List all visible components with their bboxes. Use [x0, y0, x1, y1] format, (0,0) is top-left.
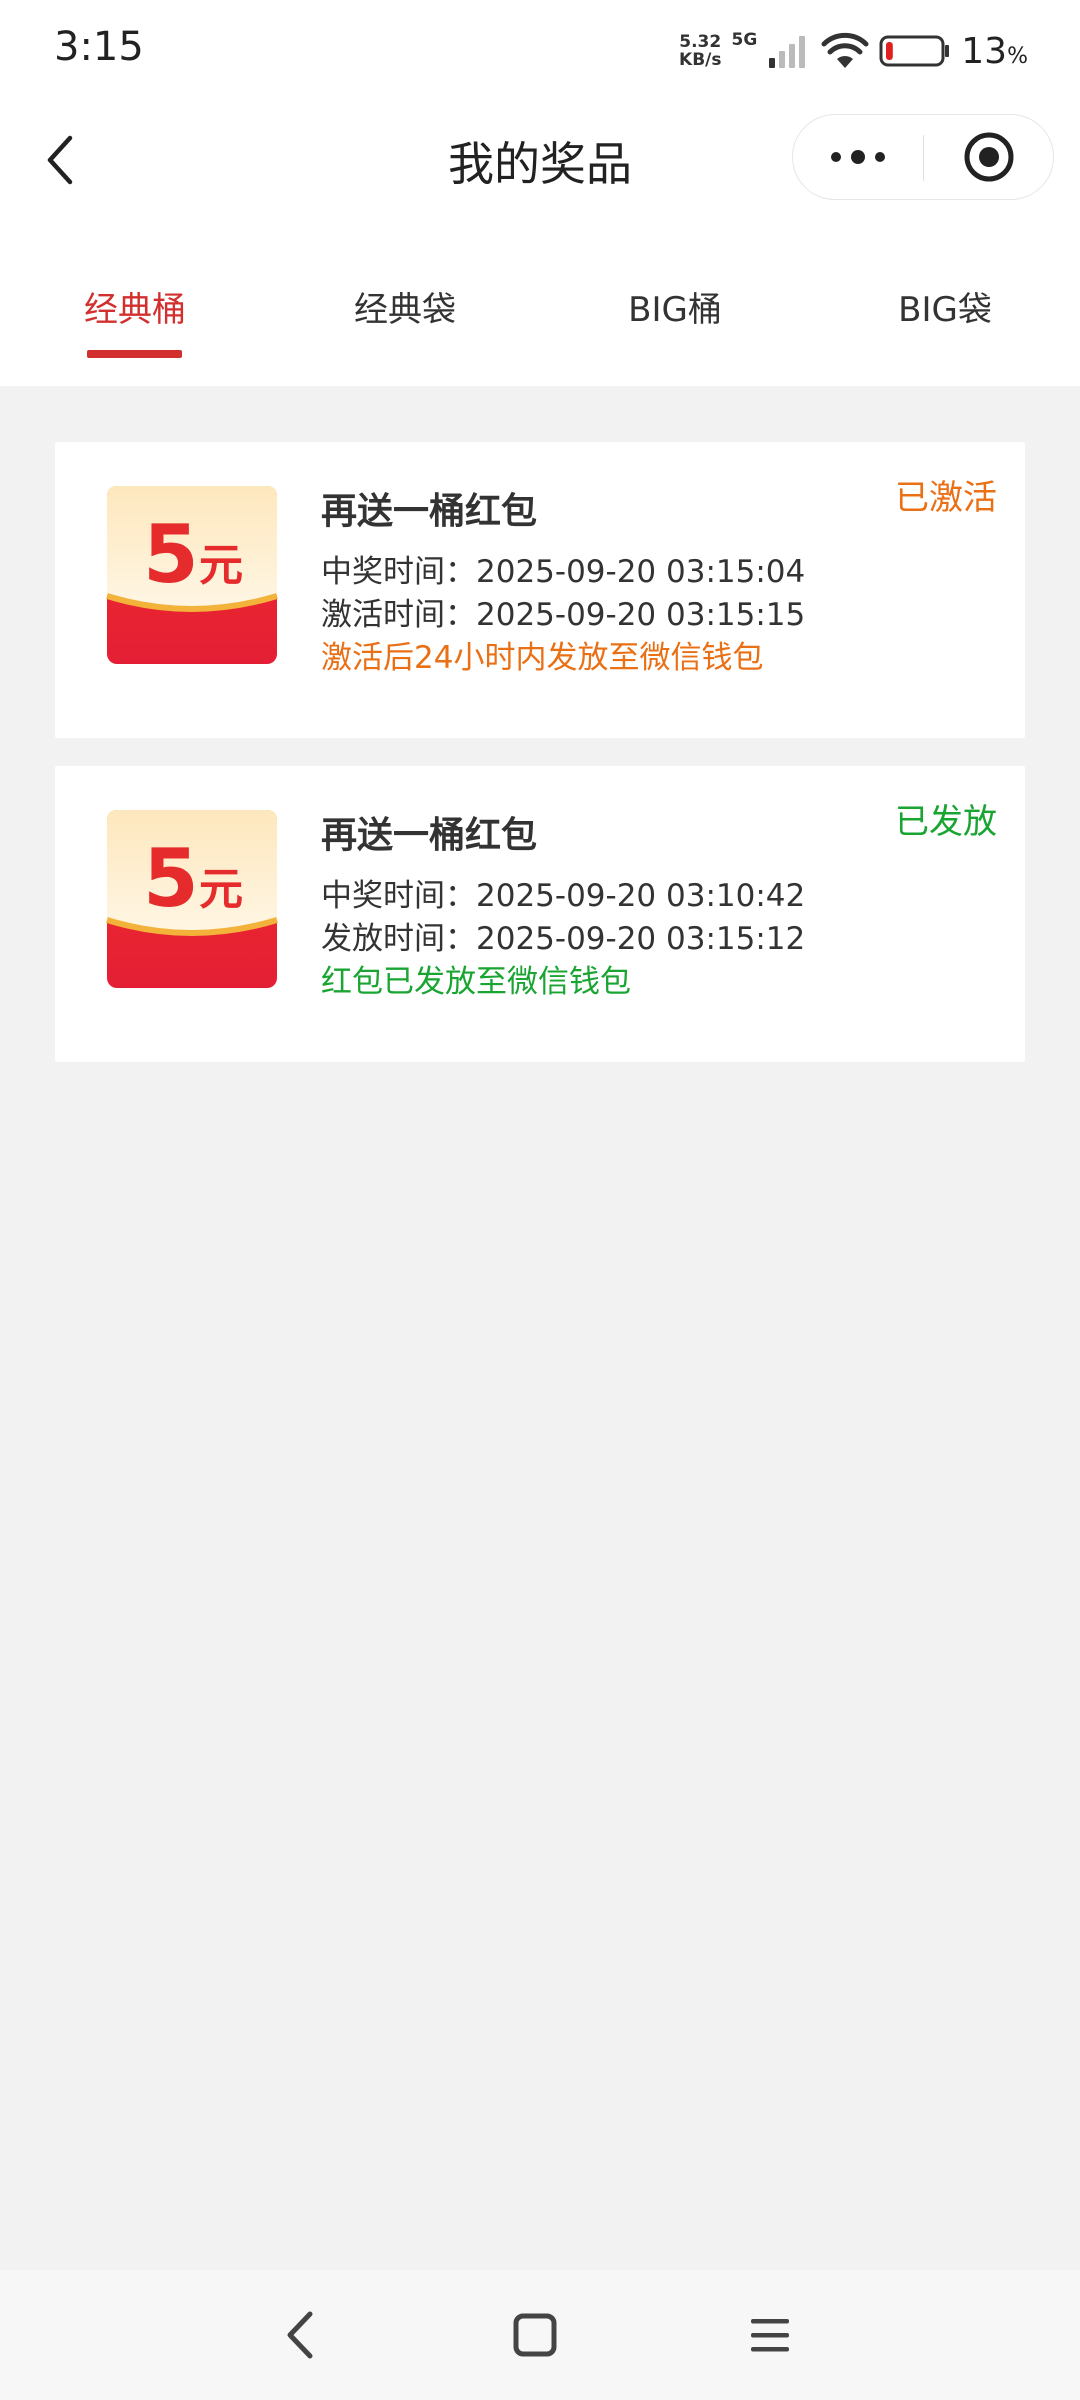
red-envelope-icon: 5 元: [106, 810, 278, 988]
status-time: 3:15: [54, 24, 144, 70]
prize-status-badge: 已激活: [895, 478, 997, 518]
prize-card[interactable]: 5 元 再送一桶红包 中奖时间：2025-09-20 03:10:42 发放时间…: [55, 766, 1025, 1062]
issue-time: 发放时间：2025-09-20 03:15:12: [321, 913, 805, 958]
activate-time-value: 2025-09-20 03:15:15: [476, 597, 806, 633]
envelope-unit: 元: [199, 864, 243, 915]
battery-percentage: 13%: [961, 31, 1028, 72]
home-square-icon: [513, 2313, 557, 2357]
system-navigation-bar: [0, 2270, 1080, 2400]
issue-time-label: 发放时间：: [321, 921, 476, 957]
battery-icon: [879, 35, 950, 67]
active-tab-indicator: [87, 350, 182, 358]
envelope-unit: 元: [199, 540, 243, 591]
target-circle-icon: [964, 132, 1014, 182]
prize-note: 红包已发放至微信钱包: [321, 964, 631, 1000]
system-back-button[interactable]: [270, 2305, 330, 2365]
win-time-label: 中奖时间：: [321, 878, 476, 914]
prize-card[interactable]: 5 元 再送一桶红包 中奖时间：2025-09-20 03:15:04 激活时间…: [55, 442, 1025, 738]
nav-bar: 我的奖品: [0, 100, 1080, 220]
win-time: 中奖时间：2025-09-20 03:10:42: [321, 870, 805, 915]
network-speed: 5.32 KB/s: [679, 33, 721, 69]
network-speed-value: 5.32: [679, 32, 722, 52]
envelope-amount: 5: [143, 508, 199, 601]
issue-time-value: 2025-09-20 03:15:12: [476, 921, 806, 957]
win-time-label: 中奖时间：: [321, 554, 476, 590]
prize-title: 再送一桶红包: [321, 815, 538, 856]
prize-status-badge: 已发放: [895, 802, 997, 842]
status-bar: 3:15 5.32 KB/s 5G 13%: [0, 0, 1080, 100]
back-triangle-icon: [287, 2311, 313, 2359]
tab-big-bag[interactable]: BIG袋: [810, 282, 1080, 331]
tab-classic-bucket[interactable]: 经典桶: [0, 282, 270, 331]
system-menu-button[interactable]: [740, 2305, 800, 2365]
wifi-icon: [821, 32, 869, 68]
tab-big-bucket[interactable]: BIG桶: [540, 282, 810, 331]
tab-bar: 经典桶 经典袋 BIG桶 BIG袋: [0, 220, 1080, 386]
activate-time: 激活时间：2025-09-20 03:15:15: [321, 589, 805, 634]
miniprogram-capsule: [792, 114, 1054, 200]
win-time-value: 2025-09-20 03:10:42: [476, 878, 806, 914]
status-icons: 5.32 KB/s 5G 13%: [679, 28, 1028, 74]
more-button[interactable]: [793, 115, 923, 199]
prize-title: 再送一桶红包: [321, 491, 538, 532]
network-speed-unit: KB/s: [679, 50, 722, 70]
red-envelope-icon: 5 元: [106, 486, 278, 664]
battery-percentage-unit: %: [1007, 43, 1028, 69]
system-home-button[interactable]: [505, 2305, 565, 2365]
activate-time-label: 激活时间：: [321, 597, 476, 633]
close-miniprogram-button[interactable]: [924, 115, 1054, 199]
envelope-amount: 5: [143, 832, 199, 925]
win-time-value: 2025-09-20 03:15:04: [476, 554, 806, 590]
signal-icon: [769, 36, 806, 68]
win-time: 中奖时间：2025-09-20 03:15:04: [321, 546, 805, 591]
more-dots-icon: [831, 150, 885, 164]
menu-lines-icon: [751, 2319, 789, 2352]
network-type: 5G: [731, 30, 758, 50]
battery-percentage-value: 13: [961, 30, 1008, 72]
prize-note: 激活后24小时内发放至微信钱包: [321, 640, 764, 676]
tab-classic-bag[interactable]: 经典袋: [270, 282, 540, 331]
